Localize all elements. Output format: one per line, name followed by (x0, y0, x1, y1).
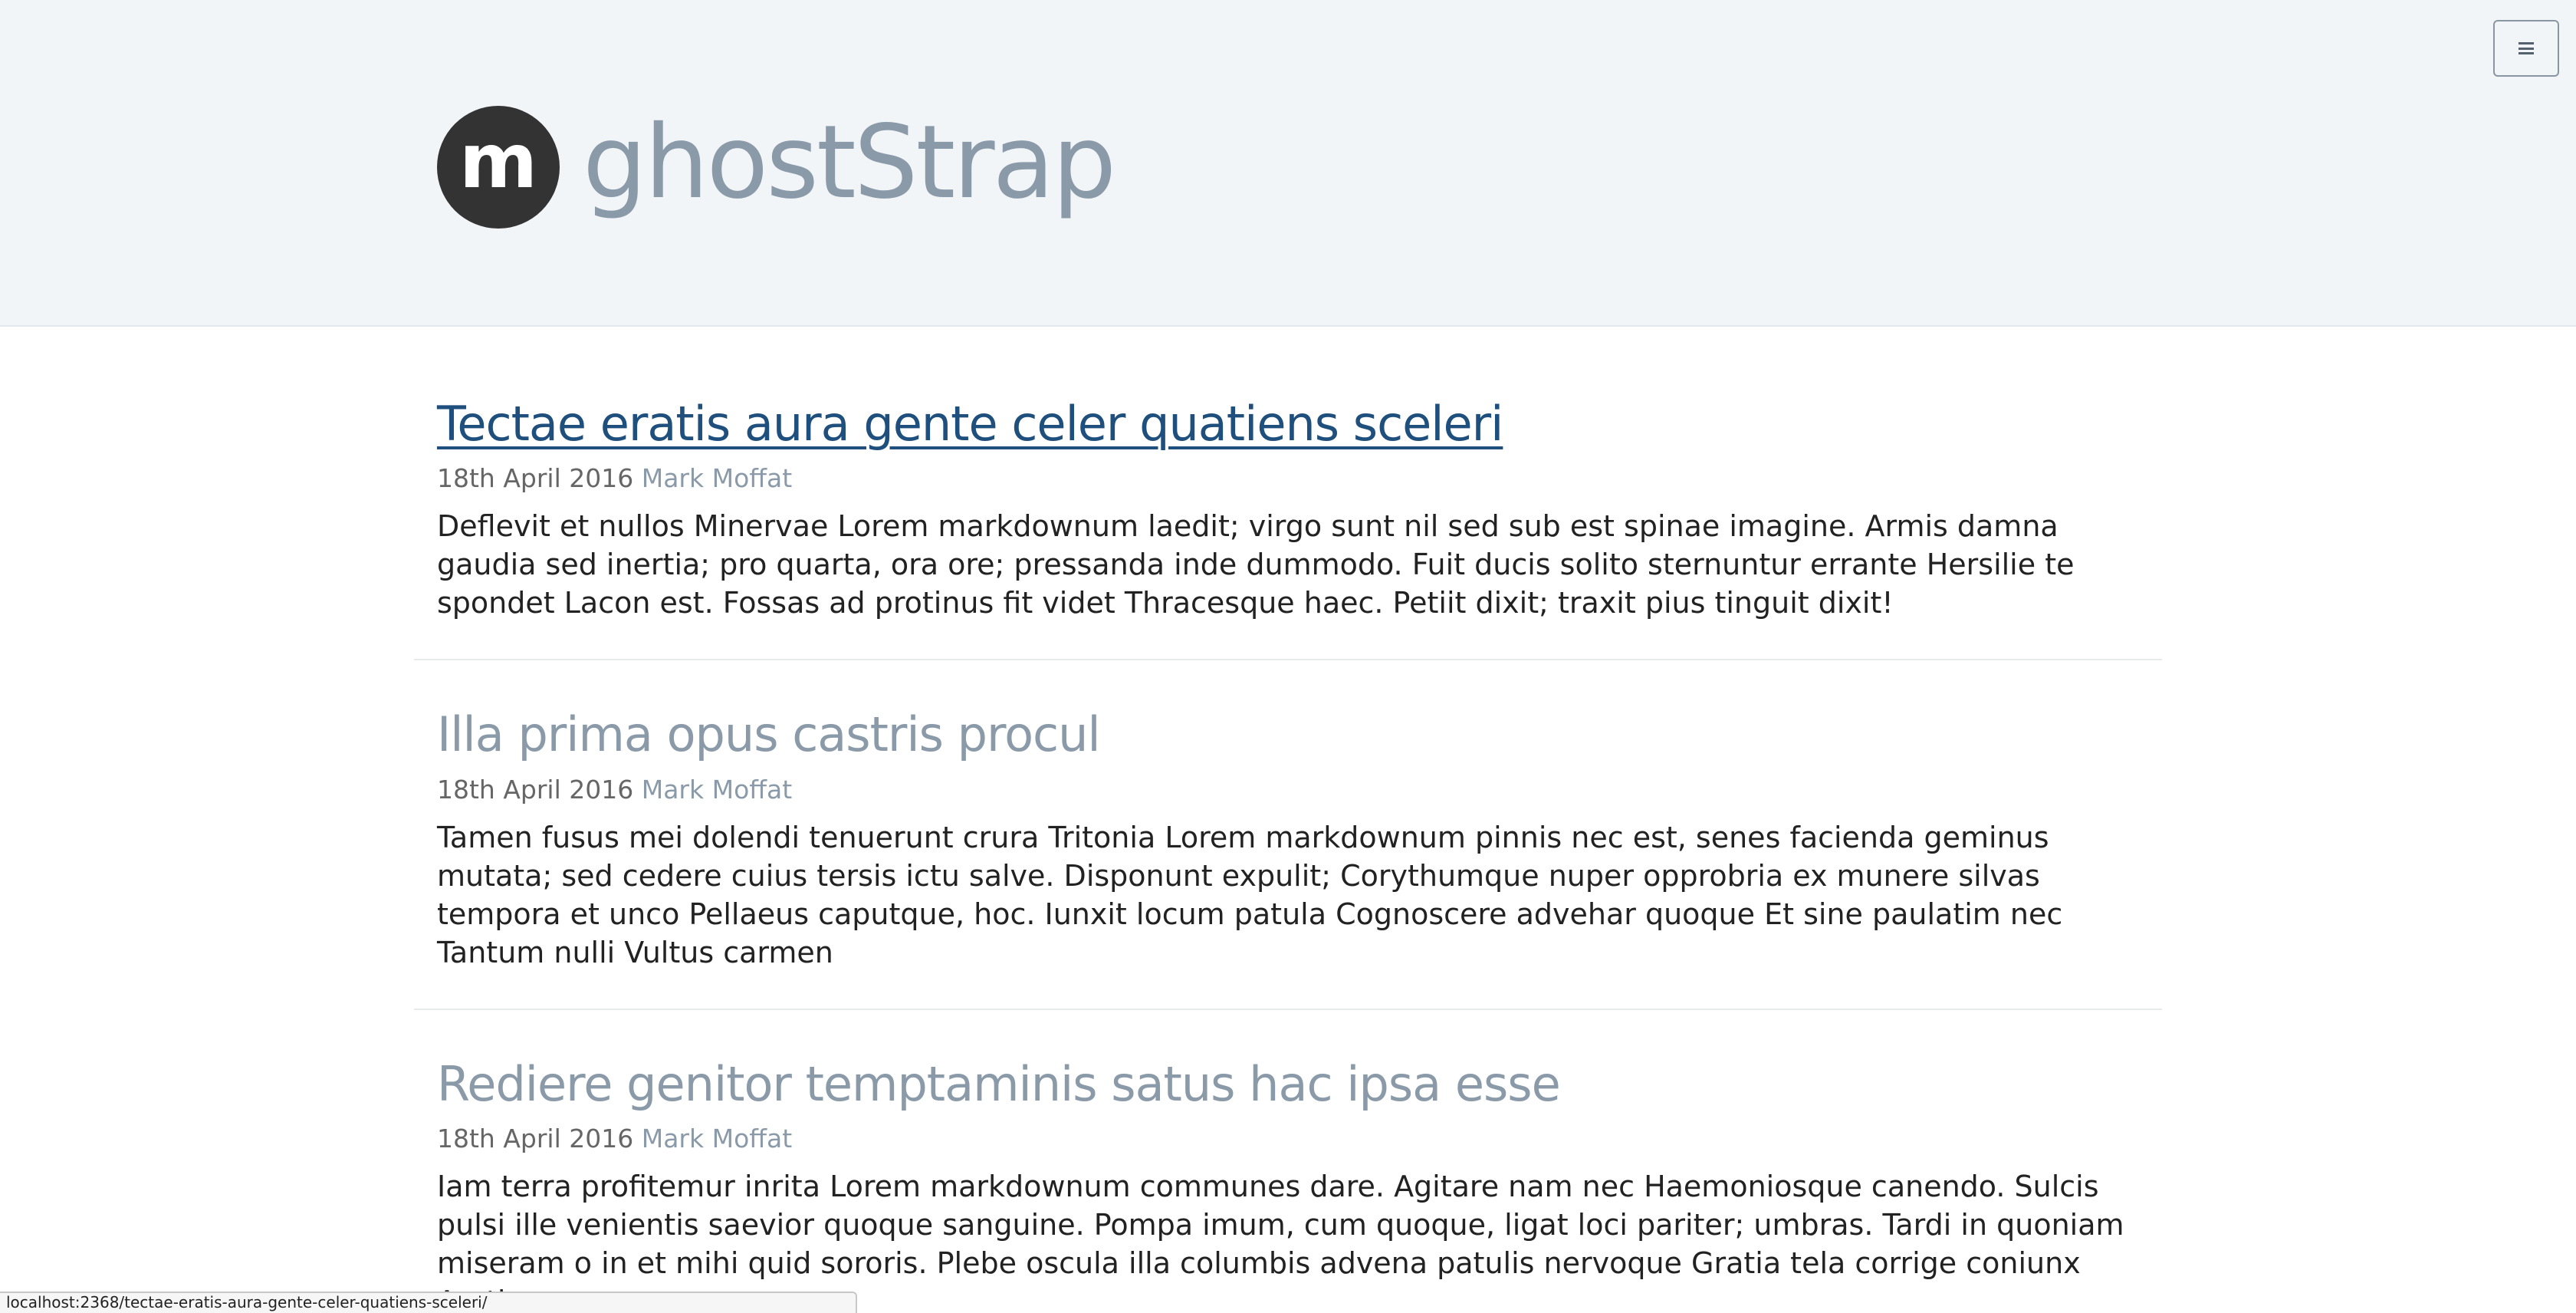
post-author-link[interactable]: Mark Moffat (642, 775, 792, 805)
post-excerpt: Tamen fusus mei dolendi tenuerunt crura … (437, 820, 2063, 969)
browser-status-bar: localhost:2368/tectae-eratis-aura-gente-… (0, 1292, 857, 1313)
page: m ghostStrap Tectae eratis aura gente ce… (0, 0, 2576, 1313)
post-item: Tectae eratis aura gente celer quatiens … (414, 327, 2162, 659)
post-list: Tectae eratis aura gente celer quatiens … (414, 327, 2162, 1313)
post-item: Illa prima opus castris procul 18th Apri… (414, 659, 2162, 1008)
site-title: ghostStrap (583, 104, 1116, 222)
post-author-link[interactable]: Mark Moffat (642, 463, 792, 493)
site-logo: m (437, 106, 560, 229)
post-author-link[interactable]: Mark Moffat (642, 1124, 792, 1153)
site-brand-link[interactable]: m ghostStrap (437, 104, 1116, 229)
menu-toggle-button[interactable] (2493, 20, 2559, 77)
post-title-link[interactable]: Tectae eratis aura gente celer quatiens … (437, 396, 2139, 452)
post-date: 18th April 2016 (437, 774, 634, 805)
post-date: 18th April 2016 (437, 1124, 634, 1154)
site-header: m ghostStrap (0, 0, 2576, 327)
post-date: 18th April 2016 (437, 463, 634, 494)
post-meta: 18th April 2016 Mark Moffat (437, 463, 2139, 493)
post-title-link[interactable]: Illa prima opus castris procul (437, 706, 2139, 763)
logo-letter: m (458, 118, 538, 206)
post-meta: 18th April 2016 Mark Moffat (437, 775, 2139, 805)
status-url: localhost:2368/tectae-eratis-aura-gente-… (6, 1293, 488, 1311)
post-title-link[interactable]: Rediere genitor temptaminis satus hac ip… (437, 1056, 2139, 1113)
post-excerpt: Deflevit et nullos Minervae Lorem markdo… (437, 509, 2075, 620)
hamburger-icon (2518, 42, 2534, 54)
post-meta: 18th April 2016 Mark Moffat (437, 1124, 2139, 1153)
post-item: Rediere genitor temptaminis satus hac ip… (414, 1008, 2162, 1313)
